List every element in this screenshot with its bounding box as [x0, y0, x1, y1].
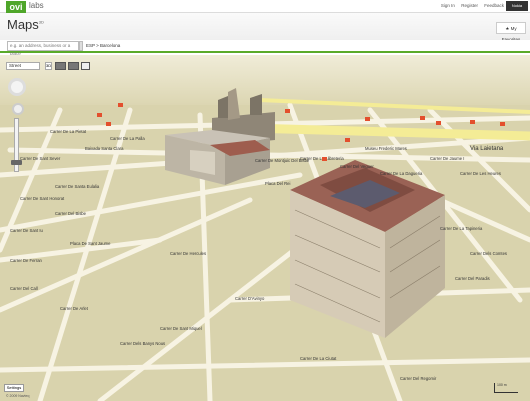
street-label-12: Carrer Del Veguer: [340, 164, 374, 169]
location-breadcrumb[interactable]: ESP > Barcelona: [86, 43, 120, 48]
search-input[interactable]: e.g. an address, business or a place: [7, 41, 79, 56]
scale-bar: 100 m: [494, 383, 518, 393]
my-favorites-button[interactable]: ★ My Favorites: [496, 22, 526, 42]
street-label-23: Carrer D'Avinyo: [235, 296, 265, 301]
zoom-slider-knob[interactable]: [11, 160, 22, 165]
page-title: Maps3D: [7, 17, 44, 32]
street-label-14: Carrer De Jaume I: [430, 156, 464, 161]
compass-control[interactable]: [8, 78, 26, 96]
street-label-17: Placa Del Rei: [265, 181, 290, 186]
search-row: e.g. an address, business or a place ESP…: [0, 40, 530, 56]
street-label-8: Placa De Sant Jaume: [70, 241, 111, 246]
register-link[interactable]: Register: [461, 3, 478, 8]
terrain-view-button[interactable]: [68, 62, 79, 70]
street-label-2: Baixada Santa Clara: [85, 146, 124, 151]
street-label-29: Carrer De Arlet: [60, 306, 89, 311]
app-header: Maps3D ★ My Favorites: [0, 13, 530, 43]
nokia-button[interactable]: Nokia: [506, 1, 528, 11]
street-label-4: Carrer De Santa Eulalia: [55, 184, 100, 189]
street-label-26: Carrer De Montjuic Del Bisbe: [255, 158, 310, 163]
street-label-0: Carrer De La Pietat: [50, 129, 87, 134]
street-label-21: Carrer De La Ciutat: [300, 356, 337, 361]
street-label-7: Carrer De Ferran: [10, 258, 43, 263]
map-mode-select[interactable]: Street: [6, 62, 40, 70]
top-links: Sign In Register Feedback: [436, 3, 504, 8]
top-bar: ovi labs Sign In Register Feedback Nokia: [0, 0, 530, 13]
street-label-6: Carrer De Sant Iu: [10, 228, 43, 233]
3d-toggle[interactable]: 3D: [45, 62, 52, 70]
street-label-13: Carrer De La Dagueria: [380, 171, 423, 176]
feedback-link[interactable]: Feedback: [484, 3, 504, 8]
star-icon: ★: [505, 26, 510, 31]
street-label-1: Carrer De Sant Sever: [20, 156, 61, 161]
street-label-22: Carrer De Sant Miquel: [160, 326, 202, 331]
car-icon[interactable]: [81, 62, 90, 70]
street-label-27: Carrer Del Regomir: [400, 376, 437, 381]
street-label-19: Carrer Dels Comtes: [470, 251, 507, 256]
labs-label: labs: [29, 1, 44, 10]
title-text: Maps: [7, 17, 39, 32]
street-label-20: Carrer Del Paradis: [455, 276, 490, 281]
map-canvas[interactable]: Carrer De La Pietat Carrer De Sant Sever…: [0, 55, 530, 401]
ovi-logo[interactable]: ovi: [6, 1, 26, 13]
street-label-3: Carrer De Sant Honorat: [20, 196, 65, 201]
map-3d-view: Carrer De La Pietat Carrer De Sant Sever…: [0, 55, 530, 401]
pan-control[interactable]: [12, 103, 24, 115]
street-label-25: Carrer De La Palla: [110, 136, 145, 141]
street-label-18: Carrer De La Tapineria: [440, 226, 483, 231]
street-label-15: Museu Frederic Mares: [365, 146, 407, 151]
satellite-view-button[interactable]: [55, 62, 66, 70]
settings-button[interactable]: Settings: [4, 384, 24, 392]
search-button[interactable]: [79, 41, 83, 51]
sign-in-link[interactable]: Sign In: [441, 3, 455, 8]
street-label-28: Carrer De Hercules: [170, 251, 206, 256]
street-label-24: Carrer Dels Banys Nous: [120, 341, 165, 346]
street-label-16: Carrer De Les Heures: [460, 171, 501, 176]
street-label-9: Carrer Del Call: [10, 286, 38, 291]
copyright-text: © 2009 Navteq: [6, 394, 30, 398]
street-label-10: Via Laietana: [470, 146, 504, 152]
title-sup: 3D: [38, 19, 44, 25]
street-label-5: Carrer Del Bisbe: [55, 211, 87, 216]
